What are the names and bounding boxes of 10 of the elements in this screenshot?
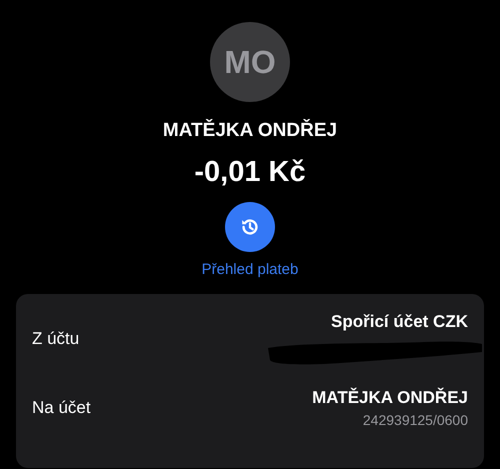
payment-history-link[interactable]: Přehled plateb — [202, 261, 298, 278]
detail-value: MATĚJKA ONDŘEJ — [312, 388, 468, 408]
detail-label: Na účet — [32, 398, 91, 418]
detail-label: Z účtu — [32, 329, 80, 349]
amount: -0,01 Kč — [194, 156, 306, 189]
payee-name: MATĚJKA ONDŘEJ — [162, 120, 338, 142]
history-button[interactable] — [225, 202, 275, 252]
detail-value: Spořicí účet CZK — [331, 312, 468, 332]
account-number: 242939125/0600 — [362, 412, 468, 428]
avatar-initials: MO — [224, 44, 276, 80]
